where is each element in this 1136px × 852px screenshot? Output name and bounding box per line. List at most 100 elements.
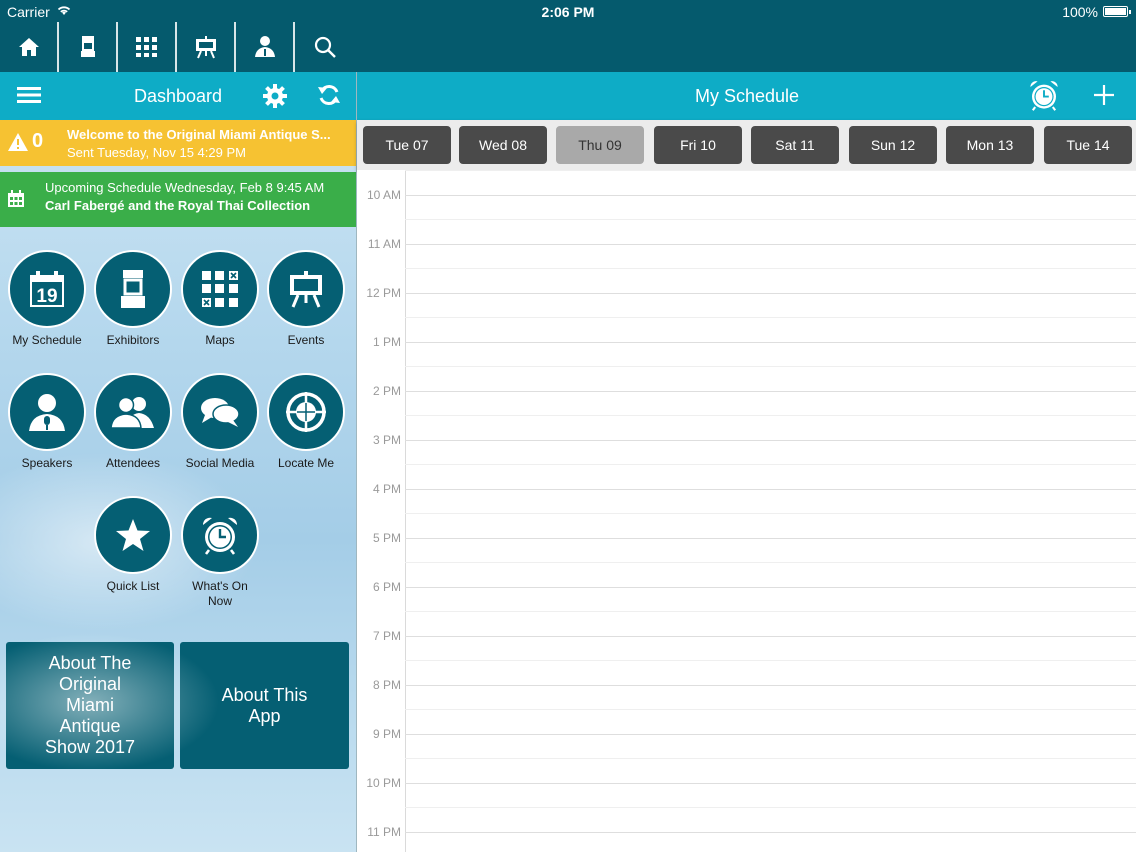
hour-line — [405, 783, 1136, 784]
day-tab-fri-10[interactable]: Fri 10 — [654, 126, 742, 164]
hour-line — [405, 734, 1136, 735]
calendar-small-icon — [7, 190, 25, 213]
hour-line — [405, 440, 1136, 441]
schedule-grid[interactable]: 10 AM 11 AM 12 PM 1 PM 2 PM 3 PM 4 PM 5 … — [357, 170, 1136, 852]
hour-label: 4 PM — [372, 482, 401, 496]
speaker-icon[interactable] — [236, 22, 295, 72]
alert-count: 0 — [32, 130, 44, 152]
tile-label: Events — [287, 333, 325, 347]
hour-row: 11 PM — [357, 825, 1136, 852]
day-label: Fri 10 — [680, 137, 716, 153]
tile-maps[interactable]: Maps — [177, 250, 263, 348]
tile-social-media[interactable]: Social Media — [177, 373, 263, 471]
about-show-label: About The Original Miami Antique Show 20… — [44, 653, 136, 757]
maps-grid-icon[interactable] — [118, 22, 177, 72]
tile-label: My Schedule — [12, 333, 82, 347]
crosshair-icon — [267, 373, 345, 451]
calendar-day-number: 19 — [36, 286, 57, 307]
tile-events[interactable]: Events — [263, 250, 349, 348]
hour-line — [405, 244, 1136, 245]
hour-label: 7 PM — [372, 629, 401, 643]
tile-attendees[interactable]: Attendees — [90, 373, 176, 471]
day-selector: Tue 07 Wed 08 Thu 09 Fri 10 Sat 11 Sun 1… — [357, 120, 1136, 170]
gear-icon[interactable] — [262, 83, 288, 114]
half-hour-line — [405, 562, 1136, 563]
half-hour-line — [405, 807, 1136, 808]
hour-line — [405, 636, 1136, 637]
about-app-button[interactable]: About This App — [180, 642, 349, 769]
upcoming-datetime: Upcoming Schedule Wednesday, Feb 8 9:45 … — [45, 180, 325, 195]
hour-row: 12 PM — [357, 286, 1136, 342]
clock: 2:06 PM — [541, 4, 595, 20]
hour-line — [405, 587, 1136, 588]
hour-row: 4 PM — [357, 482, 1136, 538]
half-hour-line — [405, 219, 1136, 220]
hour-label: 5 PM — [372, 531, 401, 545]
half-hour-line — [405, 366, 1136, 367]
day-tab-sat-11[interactable]: Sat 11 — [751, 126, 839, 164]
hour-label: 6 PM — [372, 580, 401, 594]
tile-whats-on-now[interactable]: What's On Now — [177, 496, 263, 609]
tile-quick-list[interactable]: Quick List — [90, 496, 176, 594]
hour-row: 11 AM — [357, 237, 1136, 293]
refresh-icon[interactable] — [317, 83, 341, 112]
search-icon[interactable] — [295, 22, 355, 72]
day-tab-tue-14[interactable]: Tue 14 — [1044, 126, 1132, 164]
day-tab-wed-08[interactable]: Wed 08 — [459, 126, 547, 164]
day-tab-sun-12[interactable]: Sun 12 — [849, 126, 937, 164]
day-label: Sat 11 — [775, 137, 815, 153]
warning-icon — [7, 132, 29, 157]
attendees-icon — [94, 373, 172, 451]
tile-exhibitors[interactable]: Exhibitors — [90, 250, 176, 348]
hour-row: 8 PM — [357, 678, 1136, 734]
day-tab-mon-13[interactable]: Mon 13 — [946, 126, 1034, 164]
day-tab-tue-07[interactable]: Tue 07 — [363, 126, 451, 164]
battery-icon — [1103, 6, 1131, 17]
status-bar: Carrier 2:06 PM 100% — [0, 0, 1136, 22]
hour-label: 1 PM — [372, 335, 401, 349]
hour-label: 8 PM — [372, 678, 401, 692]
hour-line — [405, 195, 1136, 196]
alert-title: Welcome to the Original Miami Antique S.… — [67, 127, 331, 142]
easel-icon — [267, 250, 345, 328]
hour-label: 12 PM — [366, 286, 401, 300]
hour-row: 6 PM — [357, 580, 1136, 636]
upcoming-title: Carl Fabergé and the Royal Thai Collecti… — [45, 198, 311, 213]
alert-banner[interactable]: 0 Welcome to the Original Miami Antique … — [0, 120, 356, 166]
easel-icon[interactable] — [177, 22, 236, 72]
tile-speakers[interactable]: Speakers — [4, 373, 90, 471]
day-label: Thu 09 — [578, 137, 622, 153]
hour-line — [405, 489, 1136, 490]
half-hour-line — [405, 415, 1136, 416]
hour-line — [405, 685, 1136, 686]
half-hour-line — [405, 611, 1136, 612]
alarm-clock-icon — [181, 496, 259, 574]
day-label: Sun 12 — [870, 137, 916, 153]
hour-row — [357, 170, 1136, 195]
hour-row: 9 PM — [357, 727, 1136, 783]
tile-label: Quick List — [106, 579, 160, 593]
upcoming-schedule-banner[interactable]: Upcoming Schedule Wednesday, Feb 8 9:45 … — [0, 172, 356, 227]
half-hour-line — [405, 317, 1136, 318]
day-tab-thu-09[interactable]: Thu 09 — [556, 126, 644, 164]
add-icon[interactable] — [1092, 83, 1116, 112]
day-label: Wed 08 — [479, 137, 527, 153]
day-label: Tue 07 — [385, 137, 429, 153]
alarm-clock-icon[interactable] — [1028, 79, 1060, 116]
exhibitor-booth-icon[interactable] — [59, 22, 118, 72]
hour-label: 11 AM — [367, 237, 401, 251]
about-show-button[interactable]: About The Original Miami Antique Show 20… — [6, 642, 174, 769]
home-icon[interactable] — [0, 22, 59, 72]
schedule-title: My Schedule — [694, 86, 800, 106]
hour-label: 3 PM — [372, 433, 401, 447]
day-label: Mon 13 — [966, 137, 1014, 153]
half-hour-line — [405, 170, 1136, 171]
tile-my-schedule[interactable]: 19 My Schedule — [4, 250, 90, 348]
half-hour-line — [405, 513, 1136, 514]
hour-line — [405, 293, 1136, 294]
hour-row: 3 PM — [357, 433, 1136, 489]
hour-line — [405, 391, 1136, 392]
hour-row: 1 PM — [357, 335, 1136, 391]
tile-label: Speakers — [21, 456, 73, 470]
tile-locate-me[interactable]: Locate Me — [263, 373, 349, 471]
